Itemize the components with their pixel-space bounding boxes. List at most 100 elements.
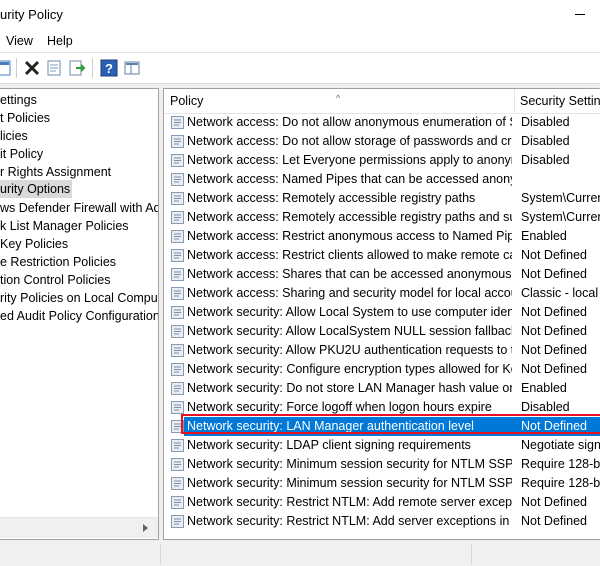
- policy-row[interactable]: Network security: Allow Local System to …: [164, 303, 600, 322]
- policy-setting-icon: [171, 192, 184, 205]
- toolbar-separator: [92, 58, 93, 78]
- column-header-security-setting[interactable]: Security Setting: [515, 89, 600, 114]
- policy-name: Network access: Shares that can be acces…: [187, 267, 512, 281]
- tree-item-user-rights-assignment[interactable]: r Rights Assignment: [0, 163, 111, 181]
- security-setting-value: Not Defined: [521, 305, 588, 319]
- policy-name: Network security: Configure encryption t…: [187, 362, 512, 376]
- tree-item-audit-policy[interactable]: it Policy: [0, 145, 43, 163]
- security-setting-value: Disabled: [521, 134, 570, 148]
- security-setting-value: Not Defined: [521, 362, 588, 376]
- menu-view[interactable]: View: [6, 34, 33, 48]
- column-policy-label: Policy: [170, 94, 204, 108]
- policy-name: Network security: Restrict NTLM: Add rem…: [187, 495, 512, 509]
- column-header-policy[interactable]: Policy ^: [164, 89, 515, 114]
- policy-row[interactable]: Network access: Restrict clients allowed…: [164, 246, 600, 265]
- tree-item-account-settings[interactable]: ettings: [0, 91, 37, 109]
- policy-row[interactable]: Network security: Restrict NTLM: Add rem…: [164, 493, 600, 512]
- policy-row[interactable]: Network access: Remotely accessible regi…: [164, 189, 600, 208]
- policy-row[interactable]: Network security: Allow PKU2U authentica…: [164, 341, 600, 360]
- policy-row[interactable]: Network security: Allow LocalSystem NULL…: [164, 322, 600, 341]
- policy-row[interactable]: Network access: Shares that can be acces…: [164, 265, 600, 284]
- policy-name: Network security: Allow PKU2U authentica…: [187, 343, 512, 357]
- policy-row[interactable]: Network security: Configure encryption t…: [164, 360, 600, 379]
- policy-name: Network access: Restrict anonymous acces…: [187, 229, 512, 243]
- policy-setting-icon: [171, 135, 184, 148]
- policy-row[interactable]: Network security: Minimum session securi…: [164, 474, 600, 493]
- policy-setting-icon: [171, 401, 184, 414]
- policy-row[interactable]: Network access: Do not allow storage of …: [164, 132, 600, 151]
- menu-help[interactable]: Help: [47, 34, 73, 48]
- security-setting-value: Enabled: [521, 381, 567, 395]
- tree-item-account-policies[interactable]: t Policies: [0, 109, 50, 127]
- policy-setting-icon: [171, 154, 184, 167]
- policy-row[interactable]: Network access: Do not allow anonymous e…: [164, 113, 600, 132]
- security-setting-value: Not Defined: [521, 514, 588, 528]
- properties-icon[interactable]: [45, 59, 63, 77]
- help-icon[interactable]: ?: [100, 59, 118, 77]
- security-setting-value: Not Defined: [521, 343, 588, 357]
- tree-item-local-policies[interactable]: licies: [0, 127, 28, 145]
- policy-row[interactable]: Network access: Remotely accessible regi…: [164, 208, 600, 227]
- tree-item-security-options[interactable]: urity Options: [0, 180, 73, 198]
- policy-name: Network access: Sharing and security mod…: [187, 286, 512, 300]
- policy-row[interactable]: Network security: Restrict NTLM: Add ser…: [164, 512, 600, 531]
- policy-row[interactable]: Network security: Minimum session securi…: [164, 455, 600, 474]
- policy-row[interactable]: Network access: Named Pipes that can be …: [164, 170, 600, 189]
- tree-item-public-key-policies[interactable]: Key Policies: [0, 235, 68, 253]
- show-hide-pane-icon[interactable]: [123, 59, 141, 77]
- policy-name: Network security: Do not store LAN Manag…: [187, 381, 512, 395]
- policy-name: Network security: LAN Manager authentica…: [187, 419, 474, 433]
- policy-row[interactable]: Network security: Do not store LAN Manag…: [164, 379, 600, 398]
- security-setting-value: System\CurrentControlSet: [521, 191, 600, 205]
- policy-name: Network security: Allow LocalSystem NULL…: [187, 324, 512, 338]
- tree-item-advanced-audit-policy[interactable]: ed Audit Policy Configuration: [0, 307, 158, 325]
- tree-item-network-list-manager-policies[interactable]: k List Manager Policies: [0, 217, 129, 235]
- svg-text:?: ?: [105, 61, 113, 76]
- security-setting-value: Not Defined: [521, 267, 588, 281]
- column-setting-label: Security Setting: [520, 94, 600, 108]
- minimize-button[interactable]: [566, 8, 594, 22]
- export-list-icon[interactable]: [68, 59, 86, 77]
- title-bar: urity Policy: [0, 0, 600, 30]
- policy-row-selected[interactable]: Network security: LAN Manager authentica…: [164, 417, 600, 436]
- status-cell: [0, 544, 161, 564]
- policy-row[interactable]: Network access: Let Everyone permissions…: [164, 151, 600, 170]
- status-cell: [161, 544, 472, 564]
- tree-item-windows-defender-firewall[interactable]: ws Defender Firewall with Adva: [0, 199, 158, 217]
- policy-list[interactable]: Policy ^ Security Setting Network access…: [163, 88, 600, 540]
- policy-name: Network access: Let Everyone permissions…: [187, 153, 512, 167]
- security-setting-value: System\CurrentControlSet: [521, 210, 600, 224]
- policy-setting-icon: [171, 363, 184, 376]
- policy-setting-icon: [171, 344, 184, 357]
- policy-setting-icon: [171, 116, 184, 129]
- policy-name: Network security: Force logoff when logo…: [187, 400, 492, 414]
- policy-name: Network access: Do not allow anonymous e…: [187, 115, 512, 129]
- security-setting-value: Not Defined: [521, 324, 588, 338]
- policy-name: Network security: Minimum session securi…: [187, 476, 512, 490]
- policy-row[interactable]: Network access: Restrict anonymous acces…: [164, 227, 600, 246]
- security-setting-value: Disabled: [521, 153, 570, 167]
- back-arrow-icon[interactable]: [0, 59, 12, 77]
- tree-item-application-control-policies[interactable]: tion Control Policies: [0, 271, 110, 289]
- policy-name: Network security: LDAP client signing re…: [187, 438, 471, 452]
- policy-setting-icon: [171, 515, 184, 528]
- policy-row[interactable]: Network security: LDAP client signing re…: [164, 436, 600, 455]
- policy-setting-icon: [171, 439, 184, 452]
- delete-icon[interactable]: [23, 59, 41, 77]
- policy-name: Network access: Do not allow storage of …: [187, 134, 512, 148]
- policy-name: Network access: Named Pipes that can be …: [187, 172, 512, 186]
- tree-item-ip-security-policies[interactable]: rity Policies on Local Compute: [0, 289, 158, 307]
- policy-setting-icon: [171, 382, 184, 395]
- tree-horizontal-scrollbar[interactable]: [0, 517, 158, 538]
- scroll-right-icon[interactable]: [142, 523, 150, 533]
- security-setting-value: Require 128-bit: [521, 457, 600, 471]
- tree-item-software-restriction-policies[interactable]: e Restriction Policies: [0, 253, 116, 271]
- console-tree[interactable]: ettings t Policies licies it Policy r Ri…: [0, 88, 159, 540]
- policy-name: Network security: Allow Local System to …: [187, 305, 512, 319]
- security-setting-value: Enabled: [521, 229, 567, 243]
- policy-setting-icon: [171, 477, 184, 490]
- policy-row[interactable]: Network security: Force logoff when logo…: [164, 398, 600, 417]
- policy-row[interactable]: Network access: Sharing and security mod…: [164, 284, 600, 303]
- policy-setting-icon: [171, 249, 184, 262]
- policy-setting-icon: [171, 420, 184, 433]
